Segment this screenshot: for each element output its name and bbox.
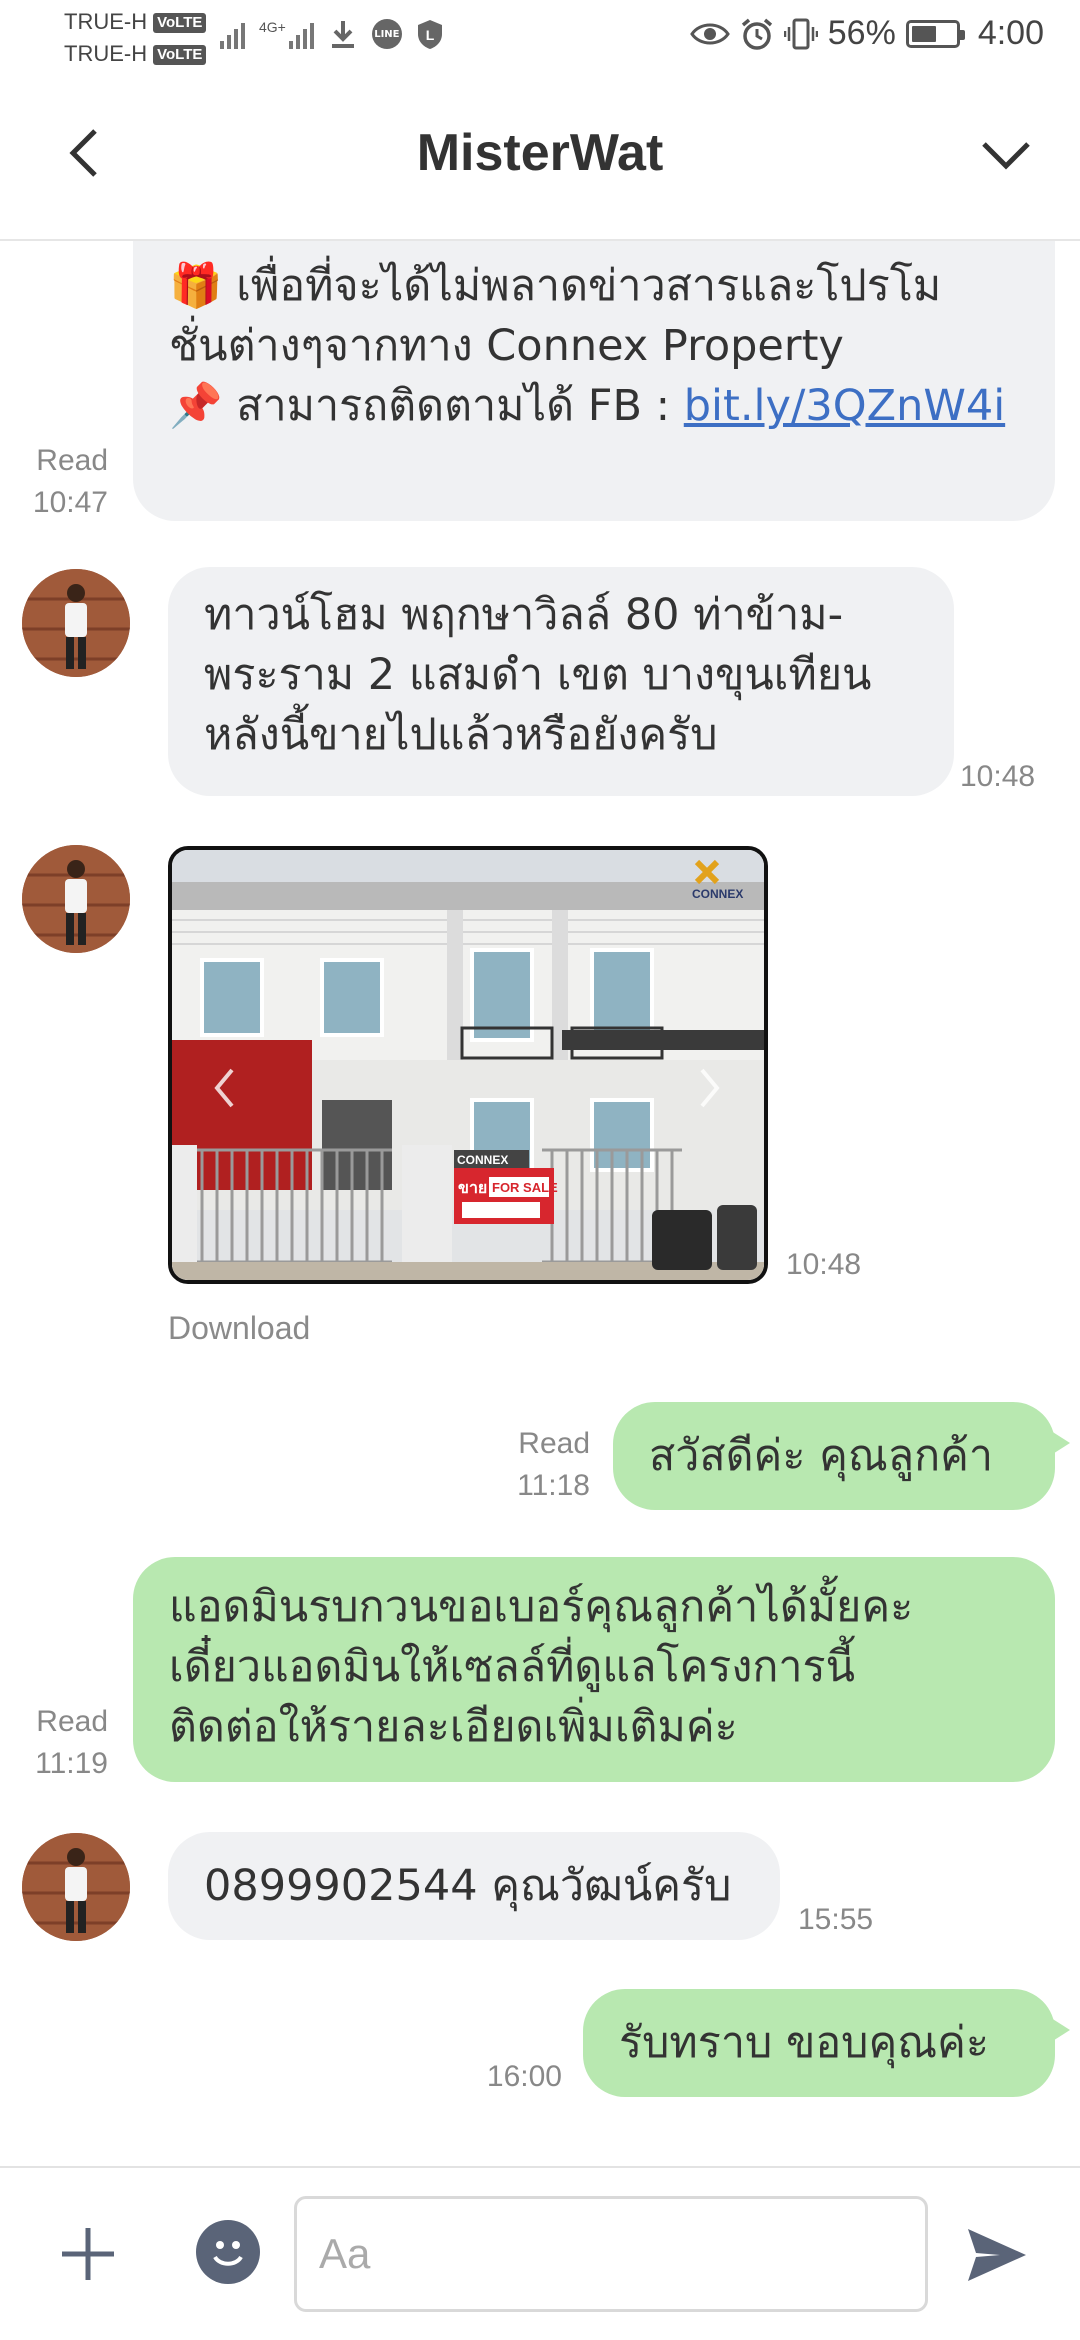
message-input-bar [0, 2166, 1080, 2340]
send-button[interactable] [960, 2218, 1034, 2292]
smiley-icon [213, 2241, 243, 2266]
avatar[interactable] [22, 1833, 130, 1941]
shield-icon: L [417, 20, 442, 49]
menu-toggle-button[interactable] [976, 125, 1036, 185]
message-bubble[interactable]: ทาวน์โฮม พฤกษาวิลล์ 80 ท่าข้าม- พระราม 2… [168, 567, 954, 796]
message-text: แอดมินรบกวนขอเบอร์คุณลูกค้าได้มั้ยคะ [169, 1582, 914, 1632]
attach-button[interactable] [50, 2216, 126, 2292]
message-time: 10:47 [32, 486, 108, 519]
sign-sale-th: ขาย [458, 1180, 487, 1197]
download-link[interactable]: Download [168, 1310, 310, 1347]
battery-icon [905, 19, 965, 48]
message-text: ทาวน์โฮม พฤกษาวิลล์ 80 ท่าข้าม- [204, 590, 844, 640]
message-link[interactable]: bit.ly/3QZnW4i [684, 381, 1005, 431]
sign-brand-text: CONNEX [457, 1153, 508, 1167]
message-meta: Read 11:19 [10, 1701, 108, 1785]
message-bubble[interactable]: 🎁 เพื่อที่จะได้ไม่พลาดข่าวสารและโปรโม ชั… [133, 241, 1055, 521]
message-bubble[interactable]: 0899902544 คุณวัฒน์ครับ [168, 1832, 780, 1940]
message-text: ชั่นต่างๆจากทาง Connex Property [169, 321, 844, 371]
emoji-button[interactable] [196, 2220, 260, 2284]
chevron-down-icon [982, 142, 1030, 170]
vibrate-icon [783, 18, 818, 49]
chat-title: MisterWat [416, 124, 664, 182]
sign-sale-en: FOR SALE [492, 1180, 558, 1195]
send-icon [968, 2229, 1026, 2281]
svg-text:L: L [426, 27, 435, 43]
message-meta: Read 11:18 [486, 1423, 590, 1507]
message-text: พระราม 2 แสมดำ เขต บางขุนเทียน [204, 650, 872, 700]
avatar[interactable] [22, 569, 130, 677]
volte-badge: VoLTE [153, 45, 207, 66]
alarm-icon [741, 18, 772, 50]
message-time: 16:00 [486, 2060, 562, 2093]
chat-header: MisterWat [0, 75, 1080, 241]
bubble-tail [1048, 1429, 1070, 1457]
avatar[interactable] [22, 845, 130, 953]
message-time: 15:55 [798, 1903, 874, 1936]
brand-logo-text: CONNEX [692, 887, 743, 901]
message-text: ติดต่อให้รายละเอียดเพิ่มเติมค่ะ [169, 1702, 738, 1752]
signal-icon [220, 19, 245, 49]
message-meta: Read 10:47 [10, 440, 108, 524]
message-text: 📌 สามารถติดตามได้ FB : [169, 381, 684, 431]
status-bar: TRUE-H VoLTE TRUE-H VoLTE 4G+ LINE L 56% 4… [0, 0, 1080, 75]
plus-icon [62, 2228, 114, 2280]
message-input[interactable] [294, 2196, 928, 2312]
message-text: สวัสดีค่ะ คุณลูกค้า [649, 1431, 994, 1481]
message-time: 10:48 [960, 760, 1036, 793]
read-status: Read [36, 1705, 108, 1738]
message-text: 0899902544 คุณวัฒน์ครับ [204, 1861, 732, 1911]
line-app-icon: LINE [371, 19, 402, 49]
avatar-image [22, 569, 130, 677]
message-image[interactable]: CONNEX ขาย FOR SALE CONNEX [168, 846, 768, 1284]
avatar-image [22, 845, 130, 953]
signal-4g-icon: 4G+ [259, 19, 314, 49]
carrier-info: TRUE-H VoLTE TRUE-H VoLTE [64, 6, 207, 70]
message-time: 11:19 [35, 1747, 108, 1780]
battery-percent: 56% [827, 14, 896, 52]
townhouse-photo: CONNEX ขาย FOR SALE CONNEX [172, 850, 764, 1280]
download-icon [331, 21, 354, 48]
message-bubble[interactable]: สวัสดีค่ะ คุณลูกค้า [613, 1402, 1055, 1510]
status-icons-right: 56% 4:00 [689, 14, 1044, 53]
message-text: หลังนี้ขายไปแล้วหรือยังครับ [204, 710, 718, 760]
message-bubble[interactable]: รับทราบ ขอบคุณค่ะ [583, 1989, 1055, 2097]
carrier-1: TRUE-H [64, 9, 148, 34]
eye-icon [689, 23, 730, 44]
avatar-image [22, 1833, 130, 1941]
status-icons-left: 4G+ LINE L [220, 18, 444, 50]
message-time: 10:48 [786, 1248, 862, 1281]
message-text: เดี๋ยวแอดมินให้เซลล์ที่ดูแลโครงการนี้ [169, 1642, 856, 1692]
carrier-2: TRUE-H [64, 41, 148, 66]
message-bubble[interactable]: แอดมินรบกวนขอเบอร์คุณลูกค้าได้มั้ยคะ เดี… [133, 1557, 1055, 1782]
bubble-tail [1048, 2016, 1070, 2044]
volte-badge: VoLTE [153, 13, 207, 34]
message-text: รับทราบ ขอบคุณค่ะ [619, 2018, 989, 2068]
clock-time: 4:00 [977, 14, 1044, 52]
message-text: 🎁 เพื่อที่จะได้ไม่พลาดข่าวสารและโปรโม [169, 261, 942, 311]
read-status: Read [36, 444, 108, 477]
read-status: Read [518, 1427, 590, 1460]
chat-messages[interactable]: 🎁 เพื่อที่จะได้ไม่พลาดข่าวสารและโปรโม ชั… [0, 241, 1080, 2166]
message-time: 11:18 [517, 1469, 590, 1502]
